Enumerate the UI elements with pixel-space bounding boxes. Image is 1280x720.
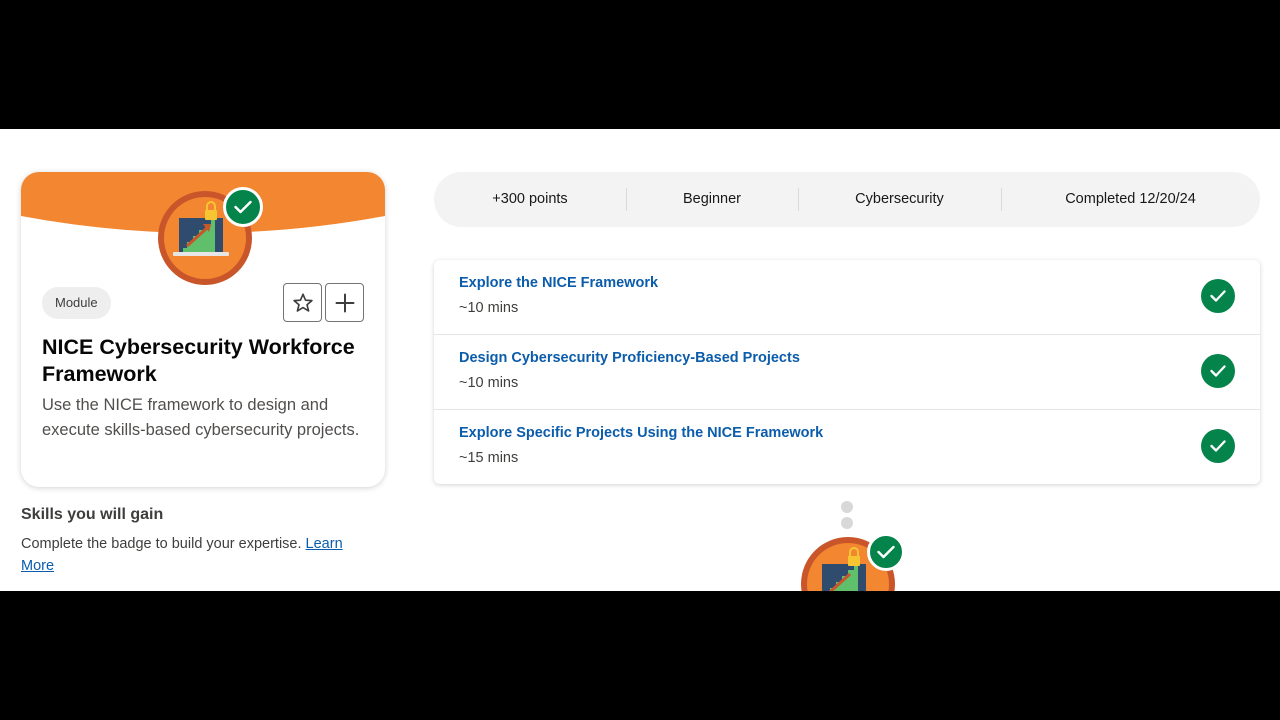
unit-duration: ~10 mins [459, 300, 519, 316]
module-title: NICE Cybersecurity Workforce Framework [42, 335, 355, 386]
badge-completed-check-icon [223, 187, 263, 227]
topic-stat: Cybersecurity [855, 191, 944, 207]
module-type-badge: Module [42, 287, 111, 319]
unit-title-link[interactable]: Explore the NICE Framework [459, 275, 658, 291]
star-outline-icon [292, 292, 313, 312]
trailhead-module-page: Module NICE Cybersecurity Workforce Fram… [0, 129, 1280, 591]
unit-list: Explore the NICE Framework ~10 mins Desi… [434, 260, 1260, 484]
unit-completed-check-icon [1201, 429, 1235, 463]
unit-item[interactable]: Explore Specific Projects Using the NICE… [434, 409, 1260, 483]
unit-title-link[interactable]: Explore Specific Projects Using the NICE… [459, 425, 823, 441]
favorite-button[interactable] [283, 283, 322, 322]
unit-duration: ~15 mins [459, 450, 519, 466]
unit-item[interactable]: Design Cybersecurity Proficiency-Based P… [434, 334, 1260, 408]
unit-duration: ~10 mins [459, 375, 519, 391]
completed-date-stat: Completed 12/20/24 [1065, 191, 1196, 207]
module-stats-bar: +300 points Beginner Cybersecurity Compl… [434, 172, 1260, 227]
completion-check-icon [867, 533, 905, 571]
trail-dot [841, 517, 853, 529]
unit-completed-check-icon [1201, 279, 1235, 313]
add-to-list-button[interactable] [325, 283, 364, 322]
unit-completed-check-icon [1201, 354, 1235, 388]
skills-description: Complete the badge to build your experti… [21, 533, 371, 577]
module-card: Module NICE Cybersecurity Workforce Fram… [21, 172, 385, 487]
level-stat: Beginner [682, 191, 742, 207]
module-description: Use the NICE framework to design and exe… [42, 396, 360, 439]
skills-heading: Skills you will gain [21, 506, 164, 523]
unit-item[interactable]: Explore the NICE Framework ~10 mins [434, 260, 1260, 334]
plus-icon [335, 293, 354, 312]
skills-text: Complete the badge to build your experti… [21, 536, 302, 552]
trail-dot [841, 501, 853, 513]
unit-title-link[interactable]: Design Cybersecurity Proficiency-Based P… [459, 350, 800, 366]
points-stat: +300 points [492, 191, 568, 207]
